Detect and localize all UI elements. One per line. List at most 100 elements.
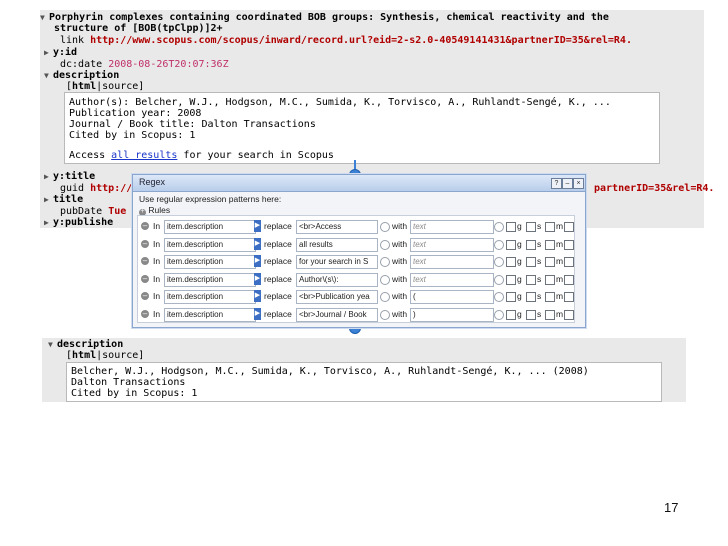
- field-select[interactable]: item.description: [164, 237, 256, 252]
- collapse-triangle-icon[interactable]: ▶: [44, 172, 53, 181]
- flag-g-checkbox[interactable]: [506, 292, 516, 302]
- remove-rule-icon[interactable]: –: [141, 274, 149, 283]
- flag-s-checkbox[interactable]: [526, 274, 536, 285]
- flag-g-checkbox[interactable]: [506, 222, 516, 232]
- field-picker-arrow-icon[interactable]: ▶: [254, 255, 261, 267]
- flag-g-checkbox[interactable]: [506, 309, 516, 320]
- flag-m-checkbox[interactable]: [545, 257, 555, 267]
- field-picker-arrow-icon[interactable]: ▶: [254, 220, 261, 232]
- flag-s-checkbox[interactable]: [526, 292, 536, 302]
- field-select[interactable]: item.description: [164, 290, 256, 304]
- field-select[interactable]: item.description: [164, 255, 256, 269]
- tab-html[interactable]: html: [72, 350, 96, 361]
- flag-extra-checkbox[interactable]: [564, 257, 574, 267]
- pattern-terminal-icon[interactable]: [380, 274, 390, 285]
- replacement-input[interactable]: text: [410, 255, 494, 269]
- field-select[interactable]: item.description: [164, 307, 256, 322]
- desc-line: Author(s): Belcher, W.J., Hodgson, M.C.,…: [69, 97, 611, 108]
- help-icon[interactable]: ?: [551, 178, 562, 189]
- flag-m-checkbox[interactable]: [545, 222, 555, 232]
- field-select[interactable]: item.description: [164, 272, 256, 287]
- pattern-terminal-icon[interactable]: [380, 239, 390, 250]
- collapse-triangle-icon[interactable]: ▶: [44, 195, 53, 204]
- bottom-description-row[interactable]: ▼ description: [48, 339, 123, 350]
- pattern-input[interactable]: Author\(s\):: [296, 272, 378, 287]
- regex-rule-row: – In item.description ▶ replace all results wi…: [138, 237, 574, 252]
- regex-module-window[interactable]: Regex ? – × Use regular expression patte…: [132, 174, 586, 328]
- flag-s-checkbox[interactable]: [526, 222, 536, 232]
- flag-g-label: g: [517, 256, 522, 266]
- field-select[interactable]: item.description: [164, 220, 256, 234]
- flag-extra-checkbox[interactable]: [564, 239, 574, 250]
- replacement-terminal-icon[interactable]: [494, 292, 504, 302]
- pattern-input[interactable]: all results: [296, 237, 378, 252]
- tab-source[interactable]: source: [102, 350, 138, 361]
- replacement-terminal-icon[interactable]: [494, 274, 504, 285]
- replacement-terminal-icon[interactable]: [494, 257, 504, 267]
- flag-extra-checkbox[interactable]: [564, 309, 574, 320]
- with-label: with: [392, 256, 408, 266]
- yid-row[interactable]: ▶ y:id: [44, 47, 77, 58]
- remove-rule-icon[interactable]: –: [141, 239, 149, 248]
- minimize-icon[interactable]: –: [562, 178, 573, 189]
- flag-s-checkbox[interactable]: [526, 257, 536, 267]
- field-picker-arrow-icon[interactable]: ▶: [254, 290, 261, 302]
- flag-g-checkbox[interactable]: [506, 239, 516, 250]
- with-label: with: [392, 308, 408, 319]
- field-picker-arrow-icon[interactable]: ▶: [254, 307, 261, 320]
- field-picker-arrow-icon[interactable]: ▶: [254, 237, 261, 250]
- flag-m-checkbox[interactable]: [545, 309, 555, 320]
- all-results-link[interactable]: all results: [111, 150, 177, 161]
- link-value[interactable]: http://www.scopus.com/scopus/inward/reco…: [90, 35, 632, 46]
- pattern-input[interactable]: <br>Journal / Book: [296, 307, 378, 322]
- flag-s-checkbox[interactable]: [526, 239, 536, 250]
- in-label: In: [153, 273, 161, 284]
- item-title-row[interactable]: ▼ Porphyrin complexes containing coordina…: [40, 12, 609, 23]
- regex-title-bar[interactable]: Regex ? – ×: [133, 175, 585, 192]
- remove-rule-icon[interactable]: –: [141, 257, 149, 265]
- flag-extra-checkbox[interactable]: [564, 274, 574, 285]
- replacement-input[interactable]: text: [410, 220, 494, 234]
- flag-g-checkbox[interactable]: [506, 274, 516, 285]
- pattern-terminal-icon[interactable]: [380, 257, 390, 267]
- expand-triangle-icon[interactable]: ▼: [40, 13, 49, 22]
- pattern-terminal-icon[interactable]: [380, 222, 390, 232]
- collapse-triangle-icon[interactable]: ▶: [44, 48, 53, 57]
- pattern-input[interactable]: for your search in S: [296, 255, 378, 269]
- flag-extra-checkbox[interactable]: [564, 222, 574, 232]
- collapse-triangle-icon[interactable]: ▶: [44, 218, 53, 227]
- flag-s-checkbox[interactable]: [526, 309, 536, 320]
- tab-source[interactable]: source: [102, 81, 138, 92]
- replacement-terminal-icon[interactable]: [494, 222, 504, 232]
- description-row[interactable]: ▼ description: [44, 70, 119, 81]
- replacement-input[interactable]: text: [410, 237, 494, 252]
- expand-triangle-icon[interactable]: ▼: [48, 340, 57, 349]
- flag-m-checkbox[interactable]: [545, 239, 555, 250]
- flag-extra-checkbox[interactable]: [564, 292, 574, 302]
- expand-triangle-icon[interactable]: ▼: [44, 71, 53, 80]
- desc-line: Journal / Book title: Dalton Transaction…: [69, 119, 316, 130]
- replacement-terminal-icon[interactable]: [494, 309, 504, 320]
- pattern-input[interactable]: <br>Publication yea: [296, 290, 378, 304]
- in-label: In: [153, 221, 161, 231]
- tab-html[interactable]: html: [72, 81, 96, 92]
- title-row[interactable]: ▶ title: [44, 194, 83, 205]
- desc-line: Dalton Transactions: [71, 377, 186, 388]
- replacement-input[interactable]: (: [410, 290, 494, 304]
- close-icon[interactable]: ×: [573, 178, 584, 189]
- remove-rule-icon[interactable]: –: [141, 292, 149, 300]
- replacement-input[interactable]: text: [410, 272, 494, 287]
- flag-m-checkbox[interactable]: [545, 274, 555, 285]
- flag-g-checkbox[interactable]: [506, 257, 516, 267]
- remove-rule-icon[interactable]: –: [141, 222, 149, 230]
- replacement-terminal-icon[interactable]: [494, 239, 504, 250]
- ypublished-row[interactable]: ▶ y:publishe: [44, 217, 113, 228]
- flag-m-checkbox[interactable]: [545, 292, 555, 302]
- replacement-input[interactable]: ): [410, 307, 494, 322]
- pattern-terminal-icon[interactable]: [380, 292, 390, 302]
- pattern-input[interactable]: <br>Access: [296, 220, 378, 234]
- ytitle-row[interactable]: ▶ y:title: [44, 171, 95, 182]
- field-picker-arrow-icon[interactable]: ▶: [254, 272, 261, 285]
- pattern-terminal-icon[interactable]: [380, 309, 390, 320]
- remove-rule-icon[interactable]: –: [141, 309, 149, 318]
